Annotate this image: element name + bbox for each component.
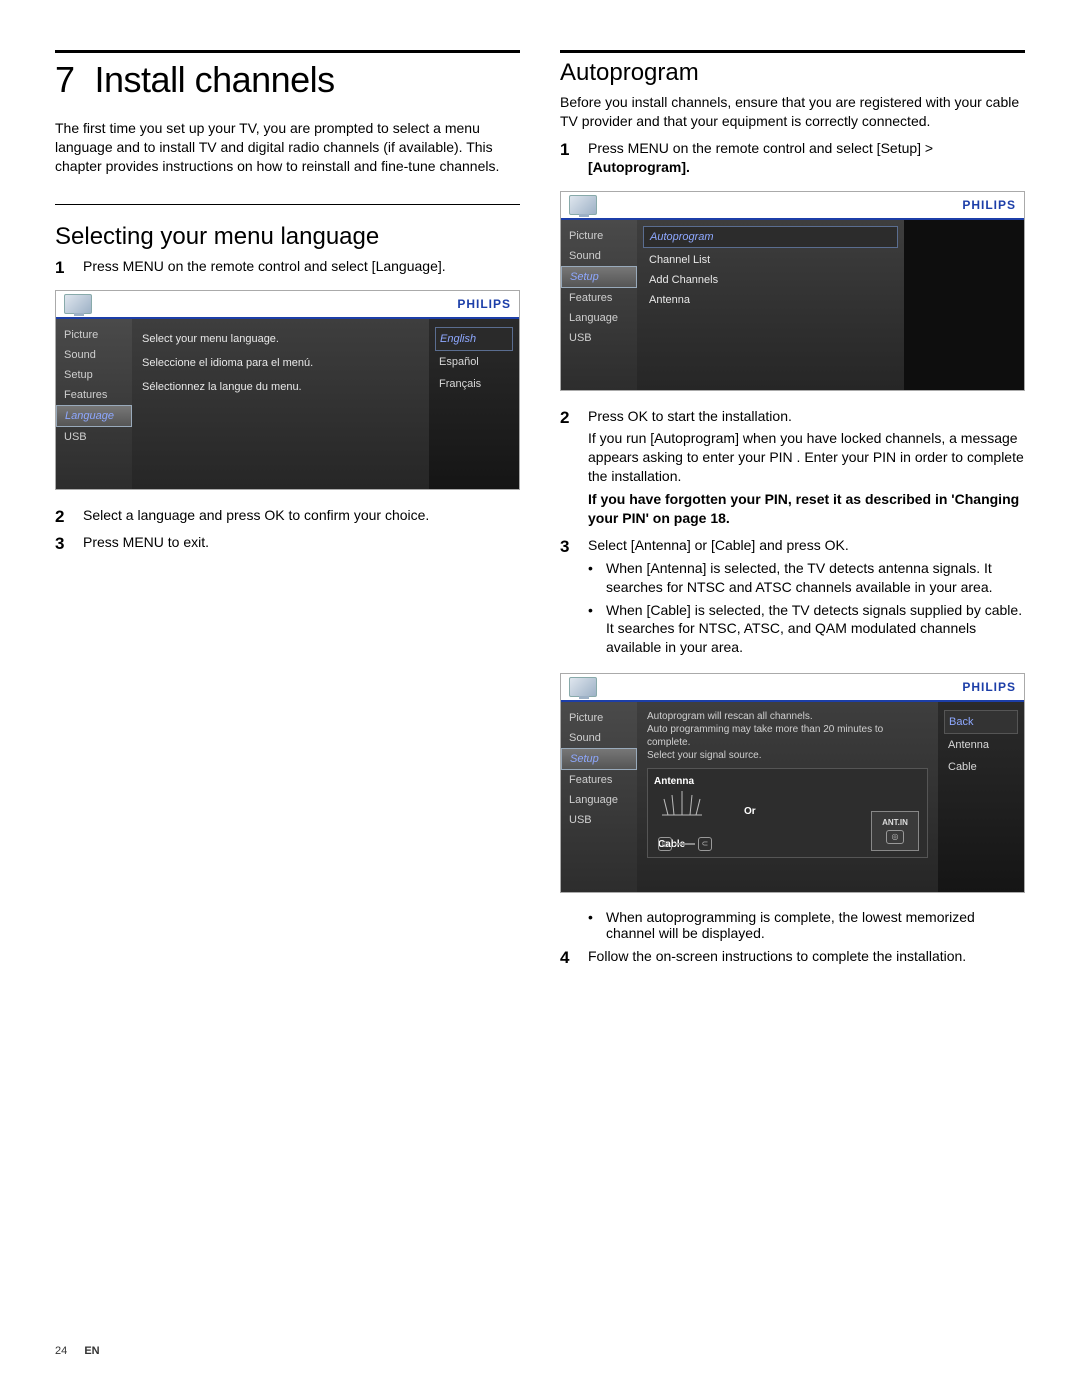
step-number: 1 <box>560 139 578 181</box>
tv-screenshot-autoprogram: PHILIPS Picture Sound Setup Features Lan… <box>560 191 1025 391</box>
step-number: 3 <box>55 533 73 556</box>
autoprogram-intro: Before you install channels, ensure that… <box>560 93 1025 131</box>
tv-nav: Picture Sound Setup Features Language US… <box>56 319 132 489</box>
step-4-right: Follow the on-screen instructions to com… <box>588 947 1025 970</box>
tv-right-panel: English Español Français <box>429 319 519 489</box>
antenna-icon <box>662 791 702 821</box>
step-1-right: Press MENU on the remote control and sel… <box>588 139 1025 181</box>
step-number: 1 <box>55 257 73 280</box>
step-number: 2 <box>55 506 73 529</box>
chapter-title-text: Install channels <box>95 59 335 100</box>
section-selecting-language: Selecting your menu language <box>55 223 520 251</box>
tv-nav-selected: Language <box>56 405 132 427</box>
step-number: 2 <box>560 407 578 532</box>
tv-nav-selected: Setup <box>561 748 637 770</box>
page-lang: EN <box>84 1345 99 1357</box>
signal-diagram: Antenna Or Cable ◎ ⊂ <box>647 768 928 858</box>
top-rule-right <box>560 50 1025 53</box>
step-number: 3 <box>560 536 578 663</box>
section-rule-left <box>55 204 520 205</box>
page-number: 24 <box>55 1345 67 1357</box>
chapter-intro: The first time you set up your TV, you a… <box>55 119 520 176</box>
step-2-right: Press OK to start the installation. If y… <box>588 407 1025 532</box>
tv-mid-panel: Autoprogram Channel List Add Channels An… <box>637 220 904 390</box>
brand-logo: PHILIPS <box>962 680 1016 694</box>
tv-mid-panel: Select your menu language. Seleccione el… <box>132 319 429 489</box>
section-autoprogram: Autoprogram <box>560 59 1025 87</box>
tv-right-panel <box>904 220 1024 390</box>
autoprogram-complete-note: When autoprogramming is complete, the lo… <box>606 909 1025 941</box>
step-3-left: Press MENU to exit. <box>83 533 520 556</box>
tv-icon <box>569 195 597 215</box>
tv-screenshot-signal-source: PHILIPS Picture Sound Setup Features Lan… <box>560 673 1025 893</box>
tv-icon <box>64 294 92 314</box>
top-rule-left <box>55 50 520 53</box>
step-2-left: Select a language and press OK to confir… <box>83 506 520 529</box>
antenna-label: Antenna <box>654 775 921 788</box>
tv-nav-selected: Setup <box>561 266 637 288</box>
chapter-title: 7 Install channels <box>55 59 520 101</box>
tv-nav: Picture Sound Setup Features Language US… <box>561 220 637 390</box>
tv-screenshot-language: PHILIPS Picture Sound Setup Features Lan… <box>55 290 520 490</box>
tv-icon <box>569 677 597 697</box>
tv-antin-icon: ANT.IN ◎ <box>871 811 919 851</box>
tv-mid-panel: Autoprogram will rescan all channels. Au… <box>637 702 938 892</box>
brand-logo: PHILIPS <box>457 297 511 311</box>
step-number: 4 <box>560 947 578 970</box>
page-footer: 24 EN <box>55 1345 100 1357</box>
step-3-right: Select [Antenna] or [Cable] and press OK… <box>588 536 1025 663</box>
or-label: Or <box>744 805 756 818</box>
tv-right-panel: Back Antenna Cable <box>938 702 1024 892</box>
step-1-left: Press MENU on the remote control and sel… <box>83 257 520 280</box>
tv-nav: Picture Sound Setup Features Language US… <box>561 702 637 892</box>
brand-logo: PHILIPS <box>962 198 1016 212</box>
chapter-number: 7 <box>55 59 75 100</box>
